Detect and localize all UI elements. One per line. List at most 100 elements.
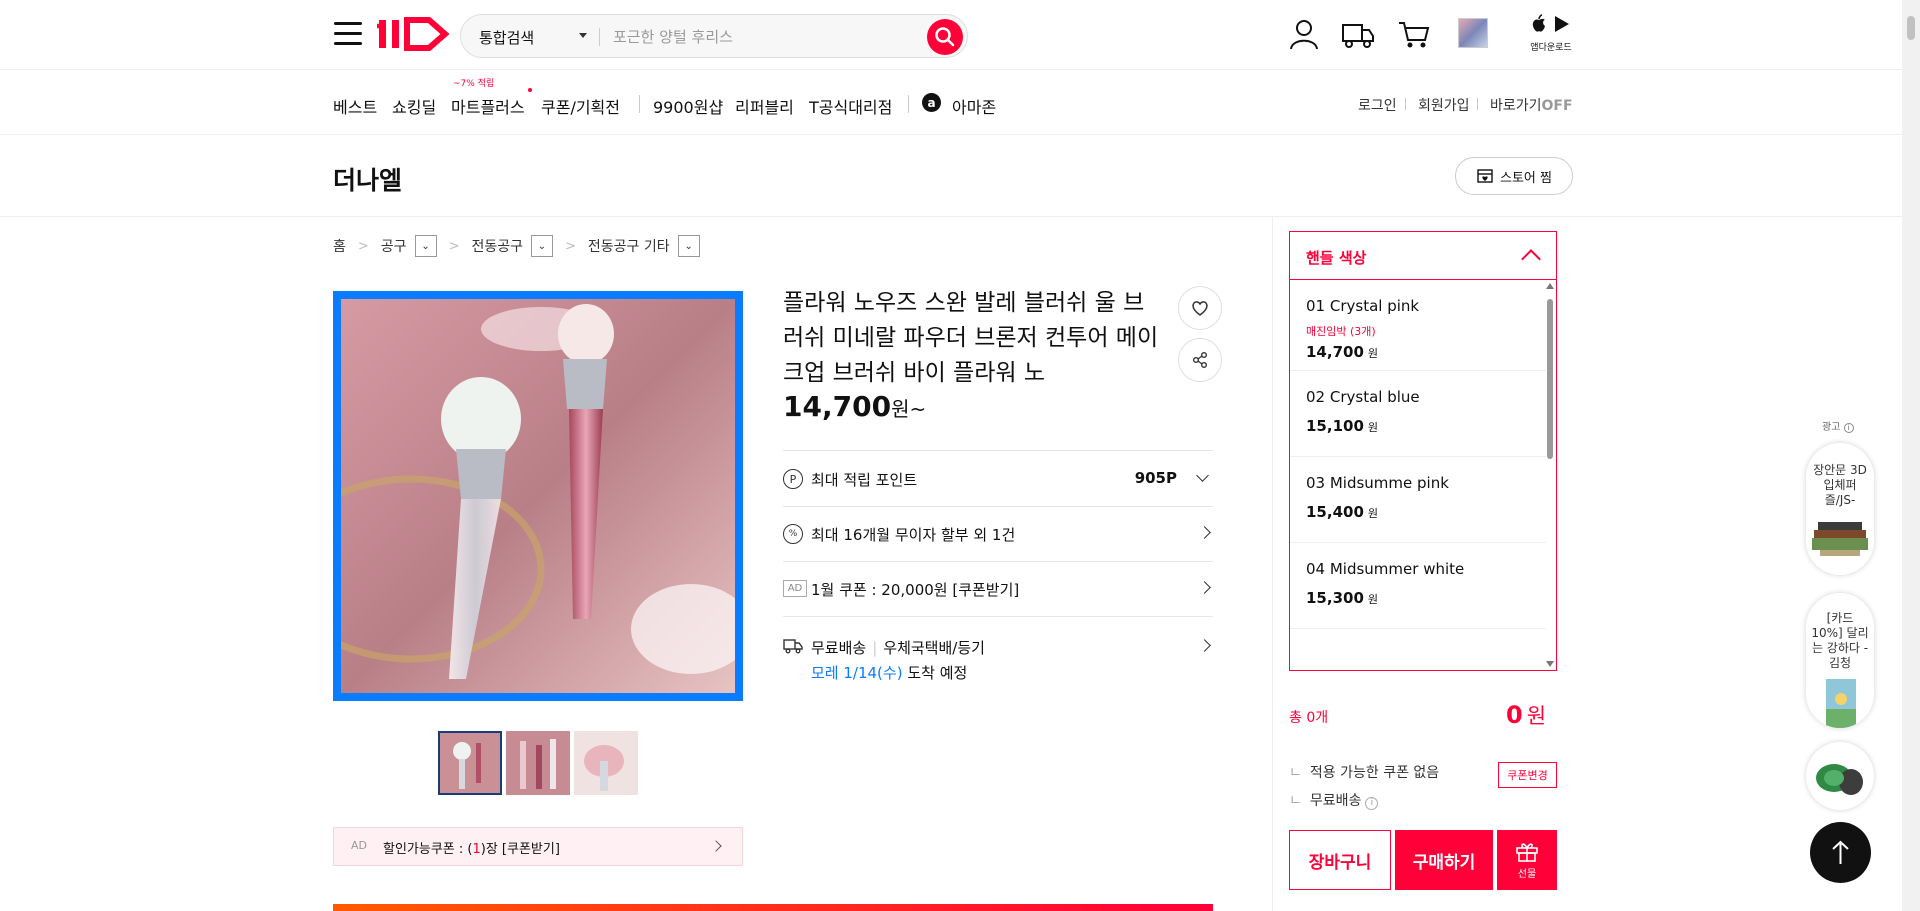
- option-item[interactable]: 02 Crystal blue 15,100 원: [1290, 371, 1546, 457]
- signup-link[interactable]: 회원가입: [1418, 95, 1470, 115]
- coupon-row[interactable]: AD 1월 쿠폰 : 20,000원 [쿠폰받기]: [783, 561, 1213, 616]
- mart-plus-badge: ~7% 적립: [453, 79, 495, 89]
- product-thumbnail-1[interactable]: [438, 731, 502, 795]
- wishlist-button[interactable]: [1178, 286, 1222, 330]
- option-scrollbar[interactable]: [1545, 281, 1555, 669]
- chevron-down-icon[interactable]: [579, 33, 587, 38]
- recent-view-thumbnail[interactable]: [1458, 18, 1488, 48]
- scroll-thumb[interactable]: [1547, 299, 1553, 459]
- user-icon[interactable]: [1286, 16, 1322, 52]
- search-icon: [935, 27, 955, 47]
- breadcrumb-level1[interactable]: 공구: [381, 236, 407, 256]
- breadcrumb-dropdown[interactable]: ⌄: [414, 235, 437, 257]
- option-item[interactable]: 01 Crystal pink 매진임박 (3개) 14,700 원: [1290, 281, 1546, 371]
- store-name[interactable]: 더나엘: [333, 161, 402, 197]
- arrival-info: 모레 1/14(수) 도착 예정: [811, 664, 968, 682]
- installment-label: 최대 16개월 무이자 할부 외 1건: [811, 526, 1016, 544]
- nav-mart-plus[interactable]: 마트플러스: [451, 94, 525, 118]
- shipping-row[interactable]: 무료배송 | 우체국택배/등기 모레 1/14(수) 도착 예정: [783, 616, 1213, 690]
- cart-icon[interactable]: [1396, 16, 1432, 52]
- option-item[interactable]: 03 Midsumme pink 15,400 원: [1290, 457, 1546, 543]
- search-bar: 통합검색: [460, 14, 968, 58]
- add-to-cart-button[interactable]: 장바구니: [1289, 830, 1391, 890]
- breadcrumb-dropdown[interactable]: ⌄: [531, 235, 553, 257]
- product-title: 플라워 노우즈 스완 발레 블러쉬 울 브러쉬 미네랄 파우더 브론저 컨투어 …: [783, 290, 1159, 386]
- discount-coupon-bar[interactable]: AD 할인가능쿠폰 : (1)장 [쿠폰받기]: [333, 827, 743, 866]
- store-heart-icon: [1477, 169, 1493, 183]
- gift-button[interactable]: 선물: [1497, 830, 1557, 890]
- store-zzim-button[interactable]: 스토어 찜: [1455, 157, 1573, 195]
- site-logo[interactable]: [375, 16, 450, 56]
- nav-t-official[interactable]: T공식대리점: [809, 94, 892, 118]
- promo-banner-edge: [333, 904, 1213, 911]
- breadcrumb: 홈 > 공구 ⌄ > 전동공구 ⌄ > 전동공구 기타 ⌄: [333, 235, 700, 257]
- ad-badge: AD: [783, 580, 807, 597]
- breadcrumb-dropdown[interactable]: ⌄: [677, 235, 700, 257]
- product-main-image[interactable]: [333, 291, 743, 701]
- gift-icon: [1516, 843, 1538, 862]
- ad-tag: AD: [351, 839, 367, 852]
- scroll-to-top-button[interactable]: [1810, 822, 1871, 883]
- top-header: 통합검색 앱다운로드: [0, 0, 1902, 70]
- product-thumbnail-3[interactable]: [574, 731, 638, 795]
- low-stock-warning: 매진임박 (3개): [1306, 325, 1376, 338]
- total-count: 총 0개: [1289, 710, 1329, 726]
- scroll-up-arrow[interactable]: [1546, 283, 1554, 289]
- ad-card-book[interactable]: [카드10%] 달리는 강하다 - 김청: [1806, 593, 1874, 728]
- points-value: 905P: [1134, 469, 1177, 487]
- nav-coupon[interactable]: 쿠폰/기획전: [541, 94, 620, 118]
- chevron-right-icon: [1198, 581, 1211, 594]
- nav-9900-shop[interactable]: 9900원샵: [653, 94, 723, 118]
- ad-book-image: [1826, 679, 1856, 728]
- nav-amazon[interactable]: 아마존: [952, 94, 996, 118]
- option-item[interactable]: 04 Midsummer white 15,300 원: [1290, 543, 1546, 629]
- ad-card-product[interactable]: [1806, 742, 1874, 810]
- ad-card-puzzle[interactable]: 장안문 3D 입체퍼즐/JS-: [1806, 443, 1874, 575]
- truck-icon: [783, 638, 803, 658]
- installment-row[interactable]: % 최대 16개월 무이자 할부 외 1건: [783, 506, 1213, 561]
- breadcrumb-level3[interactable]: 전동공구 기타: [588, 236, 670, 256]
- divider: [1405, 98, 1406, 110]
- app-download-button[interactable]: 앱다운로드: [1528, 14, 1574, 53]
- product-price: 14,700원~: [783, 390, 926, 423]
- ad-card-text: 장안문 3D 입체퍼즐/JS-: [1813, 463, 1867, 507]
- option-header[interactable]: 핸들 색상: [1290, 232, 1556, 280]
- chevron-right-icon: [1198, 639, 1211, 652]
- shortcut-label: 바로가기: [1490, 98, 1542, 114]
- scroll-down-arrow[interactable]: [1546, 661, 1554, 667]
- shortcut-state: OFF: [1541, 98, 1573, 114]
- nav-refurbly[interactable]: 리퍼블리: [735, 94, 794, 118]
- login-link[interactable]: 로그인: [1358, 95, 1397, 115]
- chevron-right-icon: >: [357, 238, 369, 254]
- share-icon: [1193, 352, 1207, 368]
- search-category-select[interactable]: 통합검색: [479, 27, 534, 48]
- divider: [908, 95, 909, 113]
- info-icon[interactable]: i: [1365, 797, 1379, 810]
- nav-shocking-deal[interactable]: 쇼킹딜: [392, 94, 436, 118]
- info-icon[interactable]: i: [1843, 423, 1854, 433]
- chevron-right-icon: [1198, 526, 1211, 539]
- point-icon: P: [783, 469, 803, 489]
- arrow-up-icon: [1832, 840, 1849, 864]
- option-title: 핸들 색상: [1306, 249, 1367, 267]
- chevron-down-icon: [1196, 469, 1209, 482]
- delivery-truck-icon[interactable]: [1340, 16, 1376, 52]
- buy-now-button[interactable]: 구매하기: [1395, 830, 1493, 890]
- breadcrumb-level2[interactable]: 전동공구: [471, 236, 523, 256]
- chevron-right-icon: [710, 840, 722, 852]
- search-button[interactable]: [927, 19, 963, 55]
- coupon-label: 1월 쿠폰 : 20,000원 [쿠폰받기]: [811, 581, 1020, 599]
- search-input[interactable]: [613, 25, 903, 49]
- page-scroll-thumb[interactable]: [1907, 16, 1915, 40]
- nav-best[interactable]: 베스트: [333, 94, 377, 118]
- shortcut-toggle[interactable]: 바로가기OFF: [1490, 95, 1573, 115]
- divider: [639, 95, 640, 113]
- menu-icon[interactable]: [334, 22, 362, 46]
- share-button[interactable]: [1178, 338, 1222, 382]
- points-row[interactable]: P 최대 적립 포인트 905P: [783, 450, 1213, 506]
- product-thumbnail-2[interactable]: [506, 731, 570, 795]
- coupon-change-button[interactable]: 쿠폰변경: [1498, 762, 1557, 788]
- page-scrollbar[interactable]: [1902, 0, 1920, 911]
- app-store-icon: [1532, 14, 1569, 32]
- breadcrumb-home[interactable]: 홈: [333, 236, 346, 256]
